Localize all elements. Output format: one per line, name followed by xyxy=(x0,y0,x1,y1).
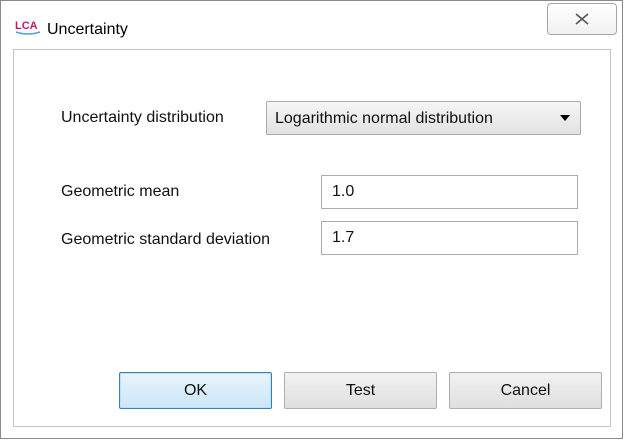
title-bar[interactable]: LCA Uncertainty xyxy=(1,1,624,49)
svg-text:LCA: LCA xyxy=(15,20,38,32)
distribution-select-value: Logarithmic normal distribution xyxy=(275,110,493,127)
cancel-button[interactable]: Cancel xyxy=(449,372,602,409)
close-icon xyxy=(575,13,589,25)
uncertainty-dialog: LCA Uncertainty Uncertainty distribution… xyxy=(0,0,623,439)
lca-app-icon: LCA xyxy=(15,20,41,35)
geometric-mean-input[interactable] xyxy=(321,175,578,209)
chevron-down-icon xyxy=(560,115,570,121)
distribution-select[interactable]: Logarithmic normal distribution xyxy=(266,101,581,135)
test-button[interactable]: Test xyxy=(284,372,437,409)
window-title: Uncertainty xyxy=(47,21,128,38)
geometric-sd-label: Geometric standard deviation xyxy=(61,231,270,248)
geometric-sd-input[interactable] xyxy=(321,221,578,255)
distribution-label: Uncertainty distribution xyxy=(61,109,224,126)
geometric-mean-label: Geometric mean xyxy=(61,183,180,200)
ok-button[interactable]: OK xyxy=(119,372,272,409)
close-button[interactable] xyxy=(547,3,617,35)
